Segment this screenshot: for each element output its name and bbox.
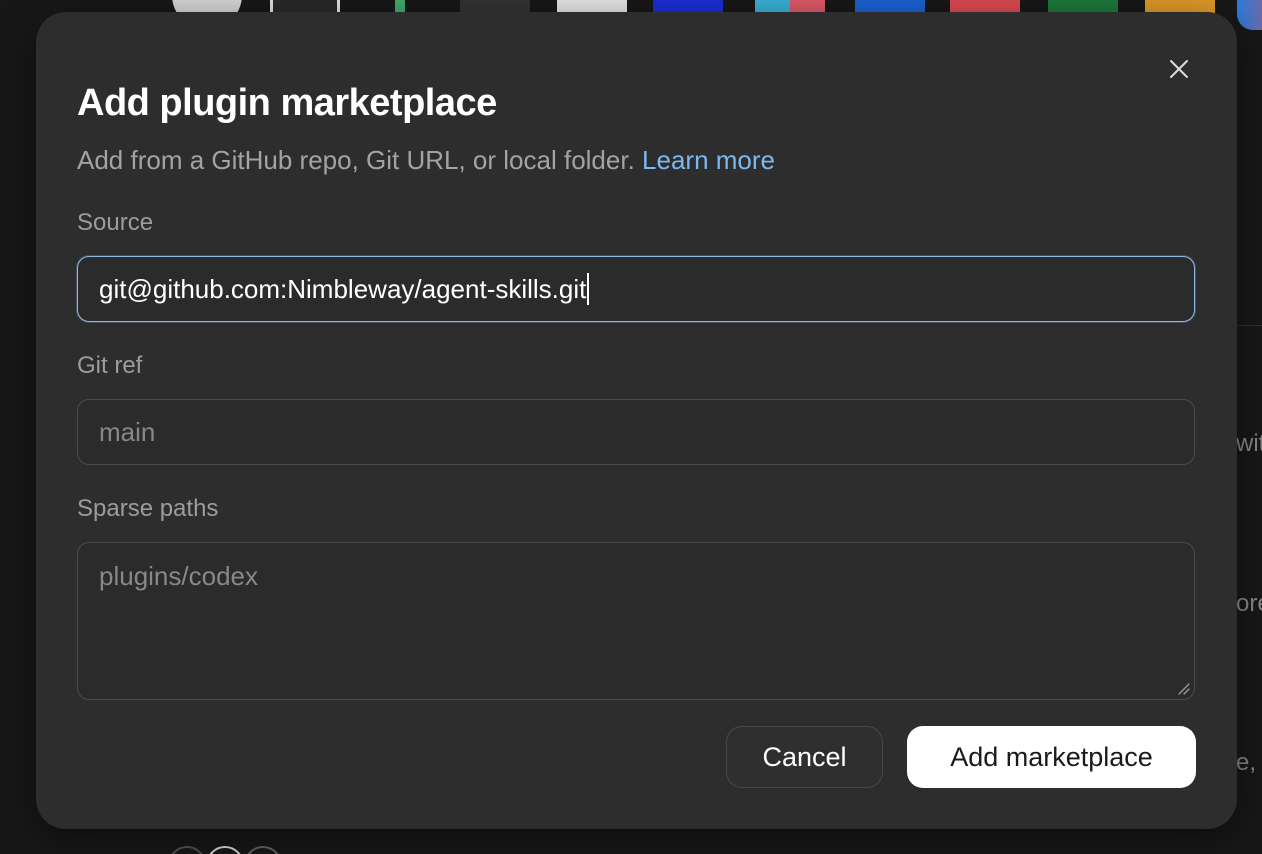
- close-icon: [1170, 60, 1188, 78]
- sparse-paths-placeholder: plugins/codex: [99, 561, 258, 591]
- text-caret: [587, 273, 590, 305]
- cancel-button[interactable]: Cancel: [726, 726, 883, 788]
- background-divider: [1238, 325, 1262, 326]
- dialog-subtitle: Add from a GitHub repo, Git URL, or loca…: [77, 145, 775, 176]
- background-text-fragment: e,: [1236, 749, 1257, 776]
- git-ref-label: Git ref: [77, 352, 143, 379]
- source-input-value: git@github.com:Nimbleway/agent-skills.gi…: [99, 273, 587, 304]
- resize-grip-icon[interactable]: [1176, 681, 1190, 695]
- close-button[interactable]: [1164, 54, 1194, 84]
- background-avatar: [244, 846, 282, 854]
- background-avatar: [168, 846, 206, 854]
- background-avatar: [206, 846, 244, 854]
- dialog-title: Add plugin marketplace: [77, 82, 497, 124]
- background-text-fragment: ore: [1236, 590, 1262, 617]
- dock-app-icon[interactable]: [1237, 0, 1262, 30]
- source-label: Source: [77, 209, 154, 236]
- sparse-paths-textarea[interactable]: plugins/codex: [77, 542, 1195, 700]
- background-text-fragment: wit: [1236, 430, 1262, 457]
- add-marketplace-button[interactable]: Add marketplace: [907, 726, 1196, 788]
- sparse-paths-label: Sparse paths: [77, 495, 219, 522]
- learn-more-link[interactable]: Learn more: [642, 145, 775, 175]
- add-marketplace-dialog: Add plugin marketplace Add from a GitHub…: [36, 12, 1237, 829]
- source-input[interactable]: git@github.com:Nimbleway/agent-skills.gi…: [77, 256, 1195, 322]
- git-ref-input[interactable]: main: [77, 399, 1195, 465]
- subtitle-text: Add from a GitHub repo, Git URL, or loca…: [77, 145, 635, 175]
- git-ref-placeholder: main: [99, 416, 156, 447]
